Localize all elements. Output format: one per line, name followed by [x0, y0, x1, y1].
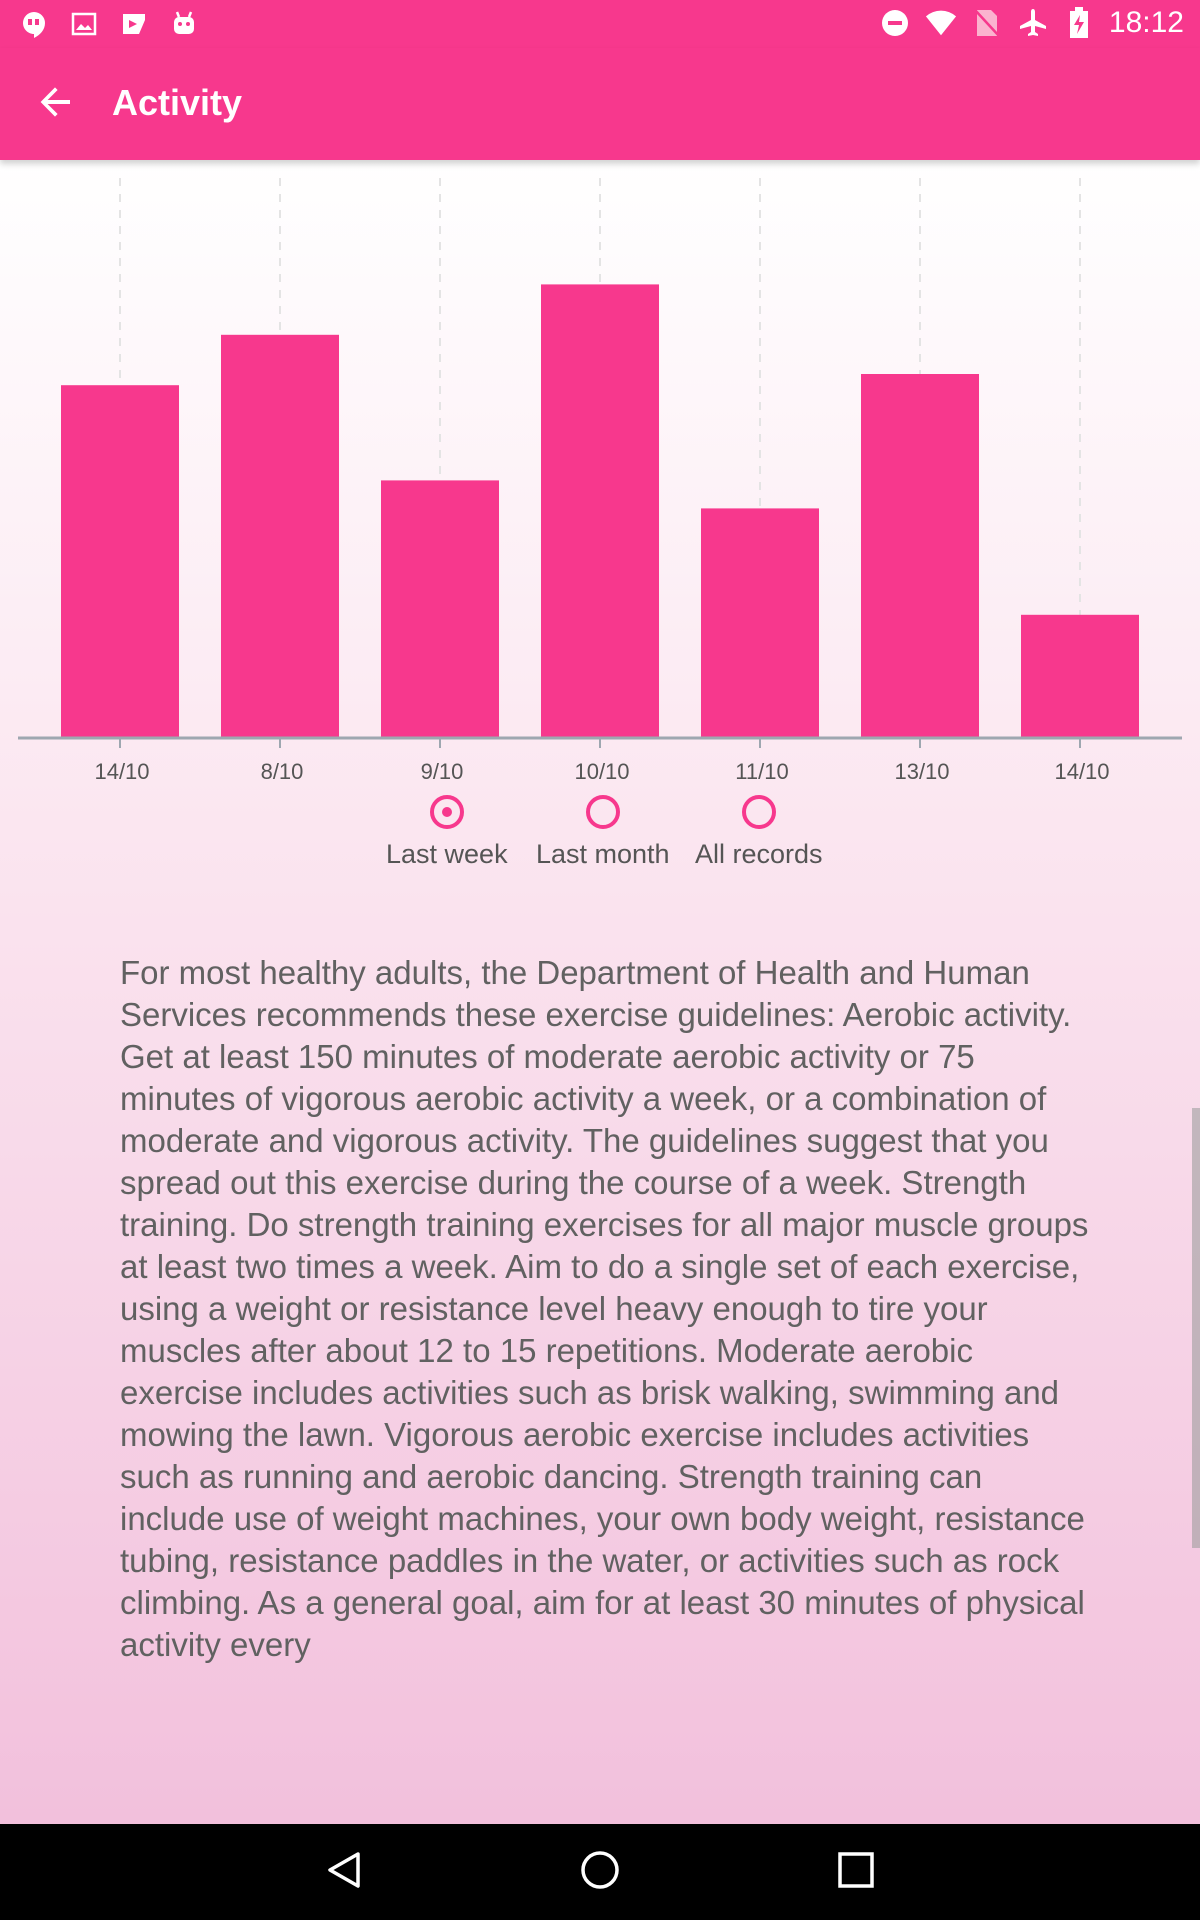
- recents-nav-icon: [837, 1851, 875, 1893]
- nav-recents-button[interactable]: [832, 1848, 880, 1896]
- radio-button-unchecked[interactable]: [585, 795, 620, 829]
- radio-button-unchecked[interactable]: [741, 795, 776, 829]
- app-bar: Activity: [0, 48, 1200, 160]
- airplane-mode-icon: [1017, 7, 1049, 39]
- arrow-back-icon: [38, 84, 74, 124]
- x-tick-label: 8/10: [261, 759, 304, 784]
- do-not-disturb-icon: [879, 7, 911, 39]
- back-button[interactable]: [24, 80, 88, 128]
- nav-back-button[interactable]: [320, 1848, 368, 1896]
- home-nav-icon: [579, 1849, 621, 1895]
- x-tick-label: 10/10: [574, 759, 629, 784]
- radio-button-checked[interactable]: [429, 795, 464, 829]
- chart-bar: [61, 385, 179, 738]
- image-icon: [68, 8, 100, 40]
- status-bar: 18:12: [0, 0, 1200, 48]
- range-selector: Last week Last month All records: [0, 795, 1200, 875]
- exercise-guidelines-text: For most healthy adults, the Department …: [120, 954, 1089, 1663]
- hangouts-icon: [18, 8, 50, 40]
- chart-bar: [381, 480, 499, 738]
- radio-last-month[interactable]: Last month: [536, 795, 670, 870]
- page-title: Activity: [112, 82, 243, 123]
- android-icon: [168, 8, 200, 40]
- activity-chart: 14/10 8/10 9/10 10/10 11/10 13/10 14/10: [18, 178, 1182, 784]
- chart-bar: [861, 374, 979, 738]
- x-tick-label: 14/10: [94, 759, 149, 784]
- x-tick-label: 13/10: [894, 759, 949, 784]
- radio-label-last-month: Last month: [536, 839, 670, 869]
- chart-bar: [541, 284, 659, 738]
- nav-home-button[interactable]: [576, 1848, 624, 1896]
- play-store-icon: [118, 8, 150, 40]
- radio-label-last-week: Last week: [386, 839, 508, 869]
- x-tick-label: 14/10: [1054, 759, 1109, 784]
- chart-bar: [701, 508, 819, 738]
- x-tick-label: 11/10: [735, 759, 788, 784]
- scrollbar-thumb[interactable]: [1192, 1108, 1200, 1548]
- status-time: 18:12: [1108, 6, 1184, 39]
- back-nav-icon: [324, 1850, 364, 1894]
- navigation-bar: [0, 1824, 1200, 1920]
- radio-last-week[interactable]: Last week: [386, 795, 508, 870]
- x-tick-label: 9/10: [421, 759, 464, 784]
- no-sim-icon: [971, 7, 1003, 39]
- radio-all-records[interactable]: All records: [695, 795, 823, 870]
- content-area: 14/10 8/10 9/10 10/10 11/10 13/10 14/10 Last w…: [0, 160, 1200, 1824]
- chart-bar: [1021, 614, 1139, 738]
- battery-charging-icon: [1063, 7, 1095, 39]
- radio-label-all-records: All records: [695, 839, 823, 869]
- wifi-icon: [925, 7, 957, 39]
- chart-bar: [221, 334, 339, 738]
